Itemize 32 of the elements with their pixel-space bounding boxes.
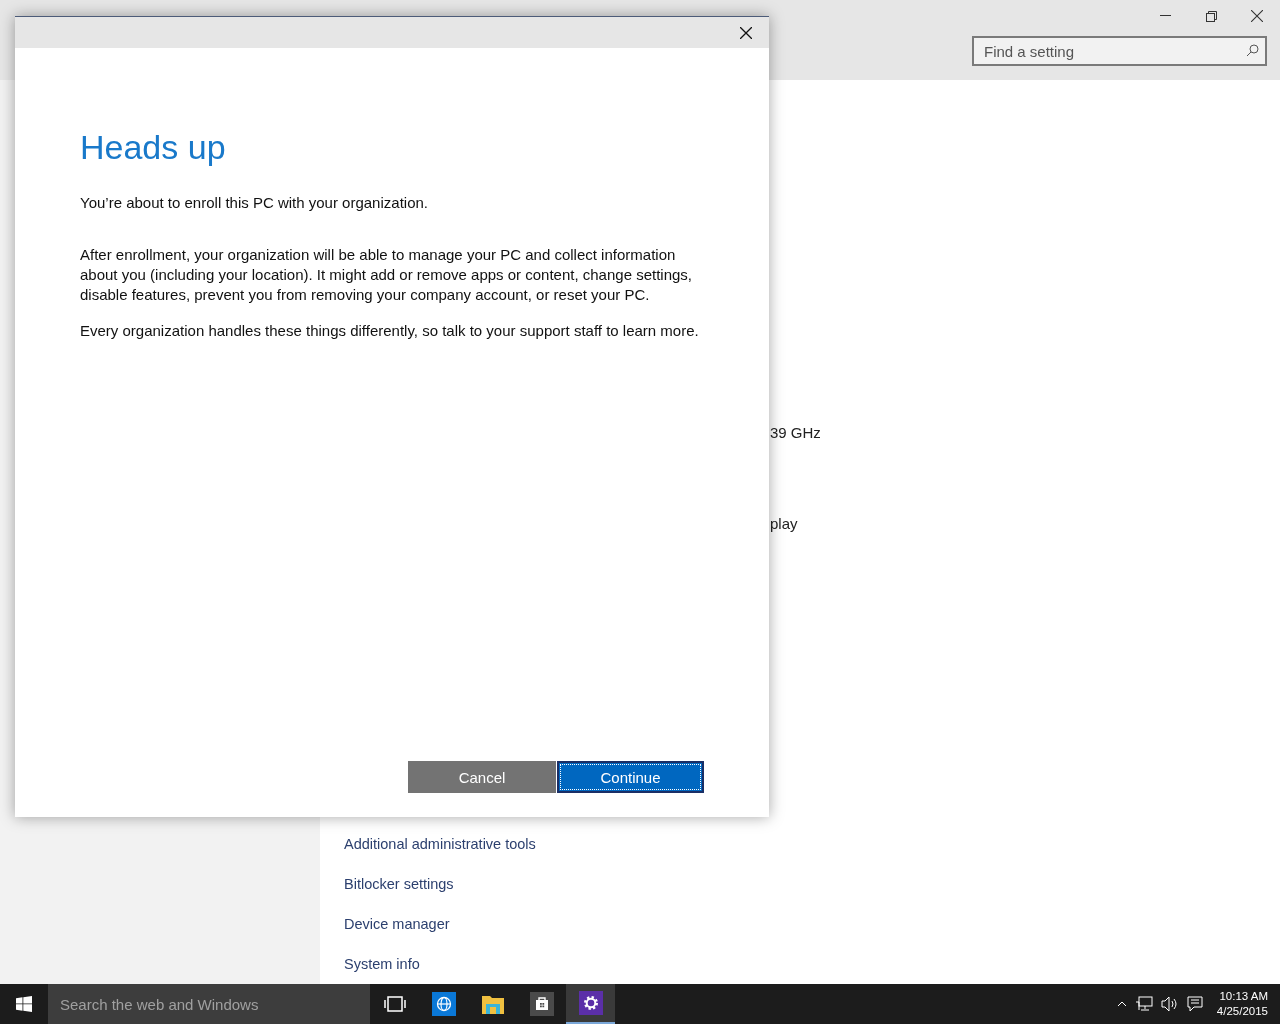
folder-icon: [480, 993, 505, 1015]
dialog-text: You’re about to enroll this PC with your organization.: [80, 193, 429, 213]
setting-value: play: [769, 515, 799, 532]
windows-logo-icon: [16, 996, 32, 1012]
dialog-title: Heads up: [80, 128, 227, 167]
search-field[interactable]: Search the web and Windows: [48, 984, 370, 1024]
restore-icon: [1205, 10, 1217, 22]
search-icon: [1246, 44, 1259, 57]
notification-icon[interactable]: [1186, 996, 1203, 1012]
setting-value: 39 GHz: [769, 424, 822, 441]
globe-icon: [431, 992, 456, 1016]
dialog-text: Every organization handles these things differently, so talk to your support staff to learn more.: [80, 321, 700, 341]
continue-button[interactable]: Continue: [557, 761, 704, 793]
clock-date: 4/25/2015: [1216, 1004, 1268, 1019]
network-icon[interactable]: [1134, 996, 1153, 1012]
search-field[interactable]: Find a setting: [972, 36, 1267, 66]
taskbar-button[interactable]: [566, 984, 615, 1024]
shopping-bag-icon: [529, 992, 554, 1016]
settings-link[interactable]: Bitlocker settings: [344, 876, 1256, 898]
minimize-icon: [1159, 15, 1171, 17]
volume-icon[interactable]: [1160, 996, 1179, 1012]
settings-link[interactable]: Device manager: [344, 916, 1256, 938]
clock-time: 10:13 AM: [1219, 989, 1268, 1004]
settings-icon: [578, 991, 603, 1015]
settings-link[interactable]: Additional administrative tools: [344, 836, 1256, 858]
caret-icon[interactable]: [1116, 1001, 1127, 1007]
cancel-button[interactable]: Cancel: [408, 761, 556, 793]
settings-link[interactable]: System info: [344, 956, 1256, 978]
close-icon: [1251, 10, 1263, 22]
dialog-text: After enrollment, your organization will be able to manage your PC and collect information about you (including your location). It might add or remove apps or content, change settings, disable features, prevent you from removing your company account, or reset your PC.: [80, 245, 694, 305]
task-view-icon: [383, 996, 406, 1012]
close-icon: [740, 26, 752, 39]
